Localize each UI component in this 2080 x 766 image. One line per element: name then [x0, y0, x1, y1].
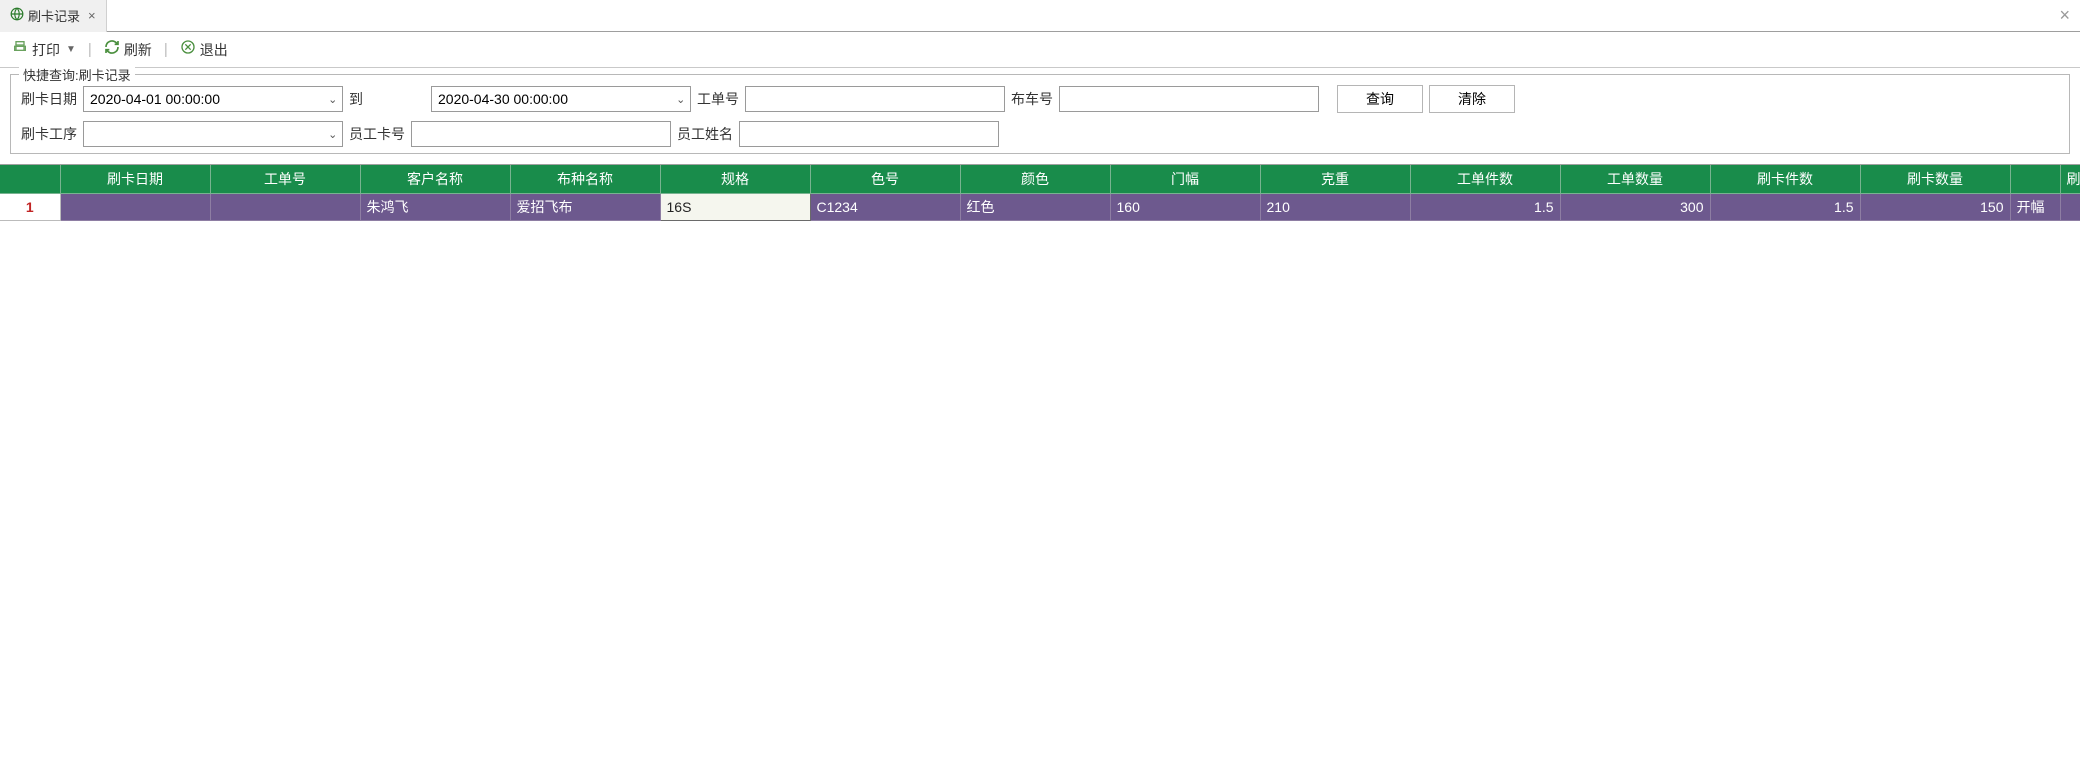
tab-card-records[interactable]: 刷卡记录 ×	[0, 0, 107, 32]
col-cloth-type[interactable]: 布种名称	[510, 165, 660, 194]
cell-extra[interactable]: 开幅	[2010, 194, 2060, 221]
col-partial[interactable]: 刷	[2060, 165, 2080, 194]
label-work-order: 工单号	[697, 89, 739, 109]
cell-spec[interactable]: 16S	[660, 194, 810, 221]
col-wo-pcs[interactable]: 工单件数	[1410, 165, 1560, 194]
work-order-input[interactable]	[745, 86, 1005, 112]
tab-label: 刷卡记录	[28, 6, 80, 25]
col-color[interactable]: 颜色	[960, 165, 1110, 194]
refresh-label: 刷新	[124, 40, 152, 60]
query-button[interactable]: 查询	[1337, 85, 1423, 113]
col-weight[interactable]: 克重	[1260, 165, 1410, 194]
separator: |	[88, 41, 92, 58]
cell-wo-qty[interactable]: 300	[1560, 194, 1710, 221]
col-card-date[interactable]: 刷卡日期	[60, 165, 210, 194]
col-rownum[interactable]	[0, 165, 60, 194]
cell-work-order[interactable]	[210, 194, 360, 221]
cell-card-date[interactable]	[60, 194, 210, 221]
cell-color[interactable]: 红色	[960, 194, 1110, 221]
filter-row-2: 刷卡工序 ⌄ 员工卡号 员工姓名	[21, 121, 2059, 147]
card-process-field[interactable]	[84, 122, 324, 146]
col-spec[interactable]: 规格	[660, 165, 810, 194]
filter-legend: 快捷查询:刷卡记录	[19, 65, 135, 84]
globe-icon	[10, 7, 24, 24]
tab-bar-left: 刷卡记录 ×	[0, 0, 107, 32]
cell-rownum[interactable]: 1	[0, 194, 60, 221]
col-card-qty[interactable]: 刷卡数量	[1860, 165, 2010, 194]
label-cloth-cart: 布车号	[1011, 89, 1053, 109]
work-order-field[interactable]	[746, 87, 1004, 111]
cell-wo-pcs[interactable]: 1.5	[1410, 194, 1560, 221]
col-extra[interactable]	[2010, 165, 2060, 194]
emp-card-input[interactable]	[411, 121, 671, 147]
refresh-button[interactable]: 刷新	[100, 37, 156, 62]
exit-button[interactable]: 退出	[176, 37, 232, 62]
date-to-input[interactable]: ⌄	[431, 86, 691, 112]
cell-weight[interactable]: 210	[1260, 194, 1410, 221]
caret-down-icon[interactable]: ⌄	[672, 93, 691, 106]
col-work-order[interactable]: 工单号	[210, 165, 360, 194]
window-close-icon[interactable]: ×	[2059, 5, 2080, 26]
emp-name-input[interactable]	[739, 121, 999, 147]
caret-down-icon[interactable]: ⌄	[324, 128, 343, 141]
cell-card-pcs[interactable]: 1.5	[1710, 194, 1860, 221]
print-icon	[12, 39, 28, 60]
col-width[interactable]: 门幅	[1110, 165, 1260, 194]
emp-name-field[interactable]	[740, 122, 998, 146]
cell-color-no[interactable]: C1234	[810, 194, 960, 221]
grid-table: 刷卡日期 工单号 客户名称 布种名称 规格 色号 颜色 门幅 克重 工单件数 工…	[0, 165, 2080, 221]
exit-icon	[180, 39, 196, 60]
date-to-field[interactable]	[432, 87, 672, 111]
cloth-cart-field[interactable]	[1060, 87, 1318, 111]
col-color-no[interactable]: 色号	[810, 165, 960, 194]
clear-button[interactable]: 清除	[1429, 85, 1515, 113]
col-wo-qty[interactable]: 工单数量	[1560, 165, 1710, 194]
grid-scroll[interactable]: 刷卡日期 工单号 客户名称 布种名称 规格 色号 颜色 门幅 克重 工单件数 工…	[0, 165, 2080, 735]
label-emp-card: 员工卡号	[349, 124, 405, 144]
print-label: 打印	[32, 40, 60, 60]
cloth-cart-input[interactable]	[1059, 86, 1319, 112]
label-card-process: 刷卡工序	[21, 124, 77, 144]
grid-header: 刷卡日期 工单号 客户名称 布种名称 规格 色号 颜色 门幅 克重 工单件数 工…	[0, 165, 2080, 194]
cell-customer[interactable]: 朱鸿飞	[360, 194, 510, 221]
caret-down-icon[interactable]: ⌄	[324, 93, 343, 106]
label-emp-name: 员工姓名	[677, 124, 733, 144]
emp-card-field[interactable]	[412, 122, 670, 146]
filter-panel: 快捷查询:刷卡记录 刷卡日期 ⌄ 到 ⌄ 工单号 布车号 查询 清除 刷卡工序 …	[10, 74, 2070, 154]
cell-cloth-type[interactable]: 爱招飞布	[510, 194, 660, 221]
col-card-pcs[interactable]: 刷卡件数	[1710, 165, 1860, 194]
cell-partial[interactable]	[2060, 194, 2080, 221]
data-grid: 刷卡日期 工单号 客户名称 布种名称 规格 色号 颜色 门幅 克重 工单件数 工…	[0, 164, 2080, 735]
cell-width[interactable]: 160	[1110, 194, 1260, 221]
cell-card-qty[interactable]: 150	[1860, 194, 2010, 221]
filter-row-1: 刷卡日期 ⌄ 到 ⌄ 工单号 布车号 查询 清除	[21, 85, 2059, 113]
close-icon[interactable]: ×	[88, 8, 96, 23]
separator: |	[164, 41, 168, 58]
col-customer[interactable]: 客户名称	[360, 165, 510, 194]
date-from-input[interactable]: ⌄	[83, 86, 343, 112]
label-to: 到	[349, 89, 363, 109]
caret-down-icon: ▼	[66, 44, 76, 55]
exit-label: 退出	[200, 40, 228, 60]
table-row[interactable]: 1 朱鸿飞 爱招飞布 16S C1234 红色 160 210 1.5 300 …	[0, 194, 2080, 221]
refresh-icon	[104, 39, 120, 60]
grid-body: 1 朱鸿飞 爱招飞布 16S C1234 红色 160 210 1.5 300 …	[0, 194, 2080, 221]
toolbar: 打印 ▼ | 刷新 | 退出	[0, 32, 2080, 68]
date-from-field[interactable]	[84, 87, 324, 111]
print-button[interactable]: 打印 ▼	[8, 37, 80, 62]
card-process-input[interactable]: ⌄	[83, 121, 343, 147]
tab-bar: 刷卡记录 × ×	[0, 0, 2080, 32]
label-card-date: 刷卡日期	[21, 89, 77, 109]
